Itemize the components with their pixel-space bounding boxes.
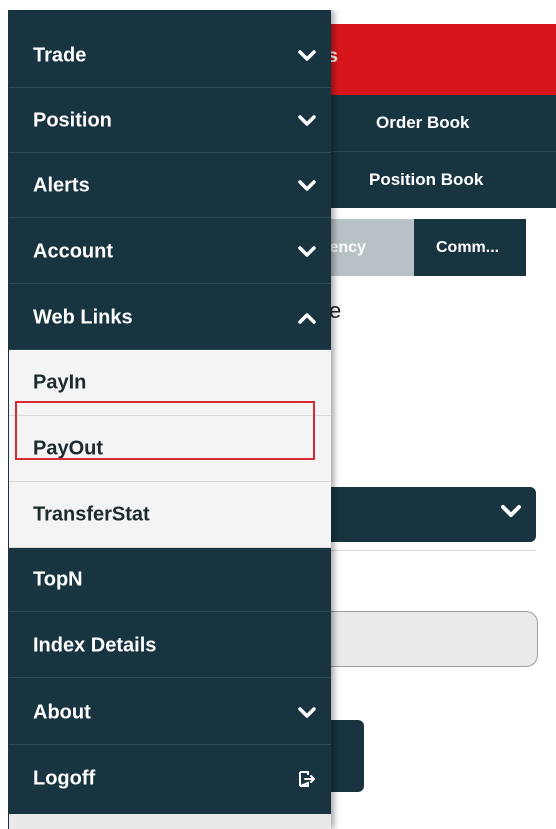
submenu-item-payout[interactable]: PayOut xyxy=(9,416,331,482)
menu-item-label: Account xyxy=(33,240,113,262)
segment-commodity-label: Comm... xyxy=(436,239,500,256)
navigation-drawer: Trade Position Alerts Account Web Links … xyxy=(9,10,331,829)
menu-item-about[interactable]: About xyxy=(9,681,331,745)
menu-item-topn[interactable]: TopN xyxy=(9,548,331,612)
chevron-down-icon xyxy=(501,505,521,517)
background-input[interactable] xyxy=(309,611,538,667)
menu-item-alerts[interactable]: Alerts xyxy=(9,154,331,218)
menu-item-position[interactable]: Position xyxy=(9,89,331,153)
submenu-item-transferstat[interactable]: TransferStat xyxy=(9,482,331,548)
logout-icon xyxy=(299,771,315,787)
menu-item-logoff[interactable]: Logoff xyxy=(9,747,331,811)
background-select[interactable] xyxy=(319,487,536,542)
submenu-item-payin[interactable]: PayIn xyxy=(9,350,331,416)
submenu-item-label: PayOut xyxy=(33,437,104,459)
chevron-up-icon xyxy=(298,312,316,324)
chevron-down-icon xyxy=(298,49,316,61)
tab-order-book-label: Order Book xyxy=(376,113,470,132)
tab-position-book-label: Position Book xyxy=(369,170,484,189)
menu-item-trade[interactable]: Trade xyxy=(9,24,331,88)
chevron-down-icon xyxy=(298,706,316,718)
menu-item-label: TopN xyxy=(33,568,83,590)
submenu-item-label: PayIn xyxy=(33,371,87,393)
chevron-down-icon xyxy=(298,114,316,126)
menu-item-account[interactable]: Account xyxy=(9,220,331,284)
menu-item-label: Trade xyxy=(33,44,87,66)
drawer-footer-strip xyxy=(9,814,331,829)
chevron-down-icon xyxy=(298,179,316,191)
menu-item-label: Position xyxy=(33,109,112,131)
menu-item-label: Logoff xyxy=(33,767,96,790)
menu-item-web-links[interactable]: Web Links xyxy=(9,286,331,350)
menu-item-label: Alerts xyxy=(33,174,90,196)
divider xyxy=(319,550,536,551)
menu-item-label: Web Links xyxy=(33,306,133,328)
menu-item-label: Index Details xyxy=(33,634,157,656)
submenu-item-label: TransferStat xyxy=(33,503,150,525)
menu-item-label: About xyxy=(33,701,91,723)
chevron-down-icon xyxy=(298,245,316,257)
segment-commodity[interactable]: Comm... xyxy=(414,219,526,276)
menu-item-index-details[interactable]: Index Details xyxy=(9,614,331,678)
app-frame: ts Order Book Position Book rrency Comm.… xyxy=(8,10,556,829)
